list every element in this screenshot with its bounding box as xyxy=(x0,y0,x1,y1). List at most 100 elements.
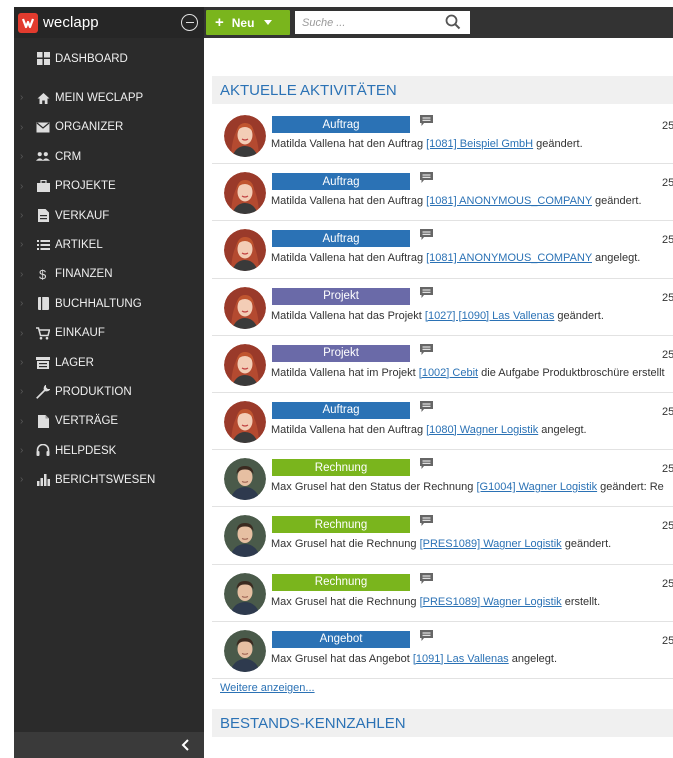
sidebar-item-crm[interactable]: › CRM xyxy=(14,142,204,171)
sidebar-item-artikel[interactable]: › ARTIKEL xyxy=(14,230,204,259)
avatar[interactable] xyxy=(224,115,266,157)
activity-date: 25 xyxy=(662,520,673,533)
avatar[interactable] xyxy=(224,515,266,558)
brand-name[interactable]: weclapp xyxy=(43,14,99,31)
svg-text:$: $ xyxy=(39,267,47,281)
chevron-right-icon[interactable]: › xyxy=(20,122,30,133)
activity-date: 25 xyxy=(662,177,673,190)
plus-icon: + xyxy=(215,14,224,31)
comment-icon[interactable] xyxy=(420,572,433,584)
list-icon xyxy=(36,238,50,252)
sidebar-item-produktion[interactable]: › PRODUKTION xyxy=(14,377,204,406)
activity-link[interactable]: [1002] Cebit xyxy=(419,367,478,379)
comment-icon[interactable] xyxy=(420,286,433,298)
cart-icon xyxy=(36,326,50,340)
activity-link[interactable]: [PRES1089] Wagner Logistik xyxy=(420,596,562,608)
activity-text-prefix: Matilda Vallena hat den Auftrag xyxy=(271,252,427,265)
chevron-right-icon[interactable]: › xyxy=(20,92,30,103)
activity-item: Angebot 25 Max Grusel hat das Angebot [109… xyxy=(212,622,673,679)
comment-icon[interactable] xyxy=(420,400,433,412)
sidebar-item-helpdesk[interactable]: › HELPDESK xyxy=(14,436,204,465)
collapse-menu-button[interactable] xyxy=(181,14,198,31)
activity-text-suffix: geändert. xyxy=(592,195,642,208)
activity-date: 25 xyxy=(662,291,673,304)
sidebar-item-label: PROJEKTE xyxy=(55,180,116,193)
activity-link[interactable]: [G1004] Wagner Logistik xyxy=(476,481,597,493)
chevron-right-icon[interactable]: › xyxy=(20,151,30,162)
activity-text-prefix: Max Grusel hat das Angebot xyxy=(271,652,413,665)
comment-icon[interactable] xyxy=(420,629,433,641)
comment-icon[interactable] xyxy=(420,172,433,184)
avatar[interactable] xyxy=(224,286,266,329)
chevron-right-icon[interactable]: › xyxy=(20,210,30,221)
avatar[interactable] xyxy=(224,458,266,501)
activity-text-prefix: Matilda Vallena hat den Auftrag xyxy=(271,423,427,436)
activity-link[interactable]: [1027] [1090] Las Vallenas xyxy=(425,310,554,322)
comment-icon[interactable] xyxy=(420,115,433,126)
activity-text-prefix: Matilda Vallena hat im Projekt xyxy=(271,366,419,379)
search-input[interactable] xyxy=(295,12,435,33)
sidebar-item-berichtswesen[interactable]: › BERICHTSWESEN xyxy=(14,465,204,494)
avatar[interactable] xyxy=(224,629,266,672)
chevron-right-icon[interactable]: › xyxy=(20,445,30,456)
activity-item: Projekt 25 Matilda Vallena hat im Projekt … xyxy=(212,336,673,393)
sidebar-nav: DASHBOARD › MEIN WECLAPP › ORGANIZER › CRM › PRO… xyxy=(14,44,204,495)
activity-link[interactable]: [1080] Wagner Logistik xyxy=(426,424,538,436)
search-icon[interactable] xyxy=(445,14,461,30)
sidebar-item-mein-weclapp[interactable]: › MEIN WECLAPP xyxy=(14,83,204,112)
sidebar-item-buchhaltung[interactable]: › BUCHHALTUNG xyxy=(14,289,204,318)
sidebar-collapse-footer[interactable] xyxy=(14,732,204,758)
activity-type-badge: Auftrag xyxy=(272,116,410,133)
comment-icon[interactable] xyxy=(420,515,433,527)
comment-icon[interactable] xyxy=(420,229,433,241)
activity-text: Matilda Vallena hat den Auftrag [1081] A… xyxy=(271,195,642,207)
chevron-right-icon[interactable]: › xyxy=(20,181,30,192)
sidebar-item-label: ORGANIZER xyxy=(55,121,124,134)
avatar[interactable] xyxy=(224,172,266,215)
activity-date: 25 xyxy=(662,120,673,132)
chevron-right-icon[interactable]: › xyxy=(20,474,30,485)
avatar[interactable] xyxy=(224,343,266,386)
activity-date: 25 xyxy=(662,577,673,590)
activity-link[interactable]: [1091] Las Vallenas xyxy=(413,653,509,665)
sidebar-item-projekte[interactable]: › PROJEKTE xyxy=(14,172,204,201)
people-icon xyxy=(36,150,50,164)
activity-text-suffix: erstellt. xyxy=(561,595,601,608)
activity-link[interactable]: [1081] ANONYMOUS_COMPANY xyxy=(426,195,592,207)
sidebar-item-finanzen[interactable]: › $ FINANZEN xyxy=(14,260,204,289)
activity-link[interactable]: [PRES1089] Wagner Logistik xyxy=(420,538,562,550)
sidebar-item-lager[interactable]: › LAGER xyxy=(14,348,204,377)
sidebar: weclapp DASHBOARD › MEIN WECLAPP › ORGANIZER… xyxy=(14,7,204,758)
comment-icon[interactable] xyxy=(420,458,433,470)
activity-text-prefix: Matilda Vallena hat den Auftrag xyxy=(271,138,427,150)
new-button[interactable]: + Neu xyxy=(206,10,290,35)
weclapp-logo-icon[interactable] xyxy=(18,12,38,33)
sidebar-item-verkauf[interactable]: › VERKAUF xyxy=(14,201,204,230)
activity-text-suffix: die Aufgabe Produktbroschüre erstellt xyxy=(478,366,665,379)
sidebar-item-organizer[interactable]: › ORGANIZER xyxy=(14,113,204,142)
chevron-right-icon[interactable]: › xyxy=(20,269,30,280)
chevron-right-icon[interactable]: › xyxy=(20,298,30,309)
chevron-right-icon[interactable]: › xyxy=(20,239,30,250)
comment-icon[interactable] xyxy=(420,343,433,355)
activity-link[interactable]: [1081] ANONYMOUS_COMPANY xyxy=(426,252,592,264)
activity-date: 25 xyxy=(662,405,673,418)
dashboard-icon xyxy=(36,52,50,66)
chevron-right-icon[interactable]: › xyxy=(20,386,30,397)
sidebar-item-dashboard[interactable]: DASHBOARD xyxy=(14,44,204,73)
activities-list: Auftrag 25 Matilda Vallena hat den Auftrag… xyxy=(212,107,673,679)
sidebar-item-einkauf[interactable]: › EINKAUF xyxy=(14,319,204,348)
sidebar-item-vertr-ge[interactable]: › VERTRÄGE xyxy=(14,407,204,436)
avatar[interactable] xyxy=(224,229,266,272)
activity-link[interactable]: [1081] Beispiel GmbH xyxy=(426,138,533,150)
chevron-right-icon[interactable]: › xyxy=(20,328,30,339)
avatar[interactable] xyxy=(224,400,266,443)
show-more-link[interactable]: Weitere anzeigen... xyxy=(220,682,315,694)
avatar[interactable] xyxy=(224,572,266,615)
activity-text-prefix: Max Grusel hat den Status der Rechnung xyxy=(271,481,477,494)
activity-item: Auftrag 25 Matilda Vallena hat den Auftrag… xyxy=(212,393,673,451)
activity-text-prefix: Max Grusel hat die Rechnung xyxy=(271,595,420,608)
chevron-right-icon[interactable]: › xyxy=(20,357,30,368)
chevron-right-icon[interactable]: › xyxy=(20,416,30,427)
search-box xyxy=(295,11,470,34)
